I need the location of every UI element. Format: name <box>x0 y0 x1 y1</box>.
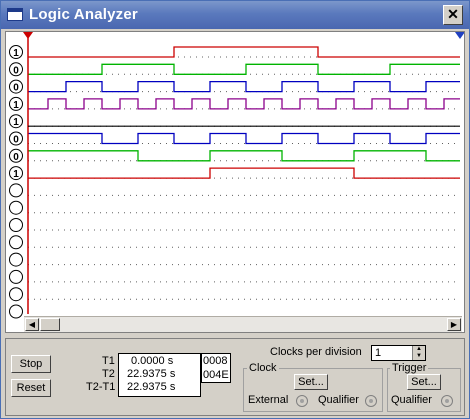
scroll-thumb[interactable] <box>40 318 60 331</box>
t2-hex-value: 004E <box>203 369 229 381</box>
clock-qualifier-label: Qualifier <box>318 394 359 406</box>
spin-down-icon[interactable]: ▼ <box>412 353 425 360</box>
cursor-t2-marker-icon <box>455 32 464 39</box>
trigger-group-label: Trigger <box>390 362 429 374</box>
external-radio[interactable] <box>296 395 308 407</box>
channel-indicator-icon <box>9 218 23 232</box>
t2-t1-value: 22.9375 s <box>127 381 176 393</box>
clock-set-button[interactable]: Set... <box>294 374 328 390</box>
logic-analyzer-window: Logic Analyzer ✕ 1 0 0 1 1 0 0 1 ◀ ▶ Stop Reset… <box>0 0 470 419</box>
waveform-trace <box>28 80 460 93</box>
trigger-qualifier-label: Qualifier <box>391 394 432 406</box>
trigger-set-button[interactable]: Set... <box>407 374 441 390</box>
channel-indicator-icon <box>9 183 23 198</box>
spin-up-icon[interactable]: ▲ <box>412 346 425 353</box>
clocks-per-division-input[interactable]: 1 ▲ ▼ <box>371 345 426 361</box>
channel-indicator-icon <box>9 304 23 319</box>
waveform-canvas: 1 0 0 1 1 0 0 1 <box>9 32 464 319</box>
t2-label: T2 <box>102 368 115 380</box>
waveform-display[interactable]: 1 0 0 1 1 0 0 1 ◀ ▶ <box>5 31 465 333</box>
channel-value-label: 1 <box>13 117 19 128</box>
channel-value-label: 0 <box>13 83 19 94</box>
scroll-left-arrow[interactable]: ◀ <box>25 318 39 331</box>
t2-t1-label: T2-T1 <box>86 381 116 393</box>
waveform-trace <box>28 167 460 179</box>
waveform-trace <box>28 150 460 162</box>
waveform-trace <box>28 46 460 58</box>
window-icon <box>7 8 23 21</box>
channel-value-label: 1 <box>13 169 19 180</box>
channel-value-label: 0 <box>13 135 19 146</box>
waveform-trace <box>28 63 460 75</box>
close-button[interactable]: ✕ <box>443 5 463 25</box>
channel-indicator-icon <box>9 252 23 267</box>
cursor-t1-marker-icon <box>23 32 33 39</box>
reset-button[interactable]: Reset <box>11 379 51 397</box>
clock-qualifier-radio[interactable] <box>365 395 377 407</box>
scroll-right-arrow[interactable]: ▶ <box>447 318 461 331</box>
stop-button[interactable]: Stop <box>11 355 51 373</box>
trigger-qualifier-radio[interactable] <box>441 395 453 407</box>
window-title: Logic Analyzer <box>29 6 138 23</box>
channel-indicator-icon <box>9 287 23 302</box>
t2-value: 22.9375 s <box>127 368 176 380</box>
waveform-trace <box>28 132 460 145</box>
t1-label: T1 <box>102 355 115 367</box>
external-label: External <box>248 394 289 406</box>
control-panel: Stop Reset T1 T2 T2-T1 0.0000 s 22.9375 … <box>5 338 465 416</box>
channel-value-label: 1 <box>13 100 19 111</box>
waveform-trace <box>28 98 460 110</box>
channel-value-label: 1 <box>13 48 19 59</box>
channel-indicator-icon <box>9 269 23 284</box>
channel-indicator-icon <box>9 200 23 215</box>
channel-value-label: 0 <box>13 65 19 76</box>
horizontal-scrollbar[interactable]: ◀ ▶ <box>24 316 462 332</box>
hex-values-box: 0008 004E <box>201 353 231 383</box>
t1-value: 0.0000 s <box>131 355 174 367</box>
time-values-box: 0.0000 s 22.9375 s 22.9375 s <box>118 353 201 397</box>
t1-hex-value: 0008 <box>203 355 228 367</box>
clocks-per-division-label: Clocks per division <box>270 346 362 358</box>
channel-indicator-icon <box>9 235 23 250</box>
clock-group-label: Clock <box>247 362 279 374</box>
channel-value-label: 0 <box>13 152 19 163</box>
title-bar[interactable]: Logic Analyzer ✕ <box>1 1 469 29</box>
